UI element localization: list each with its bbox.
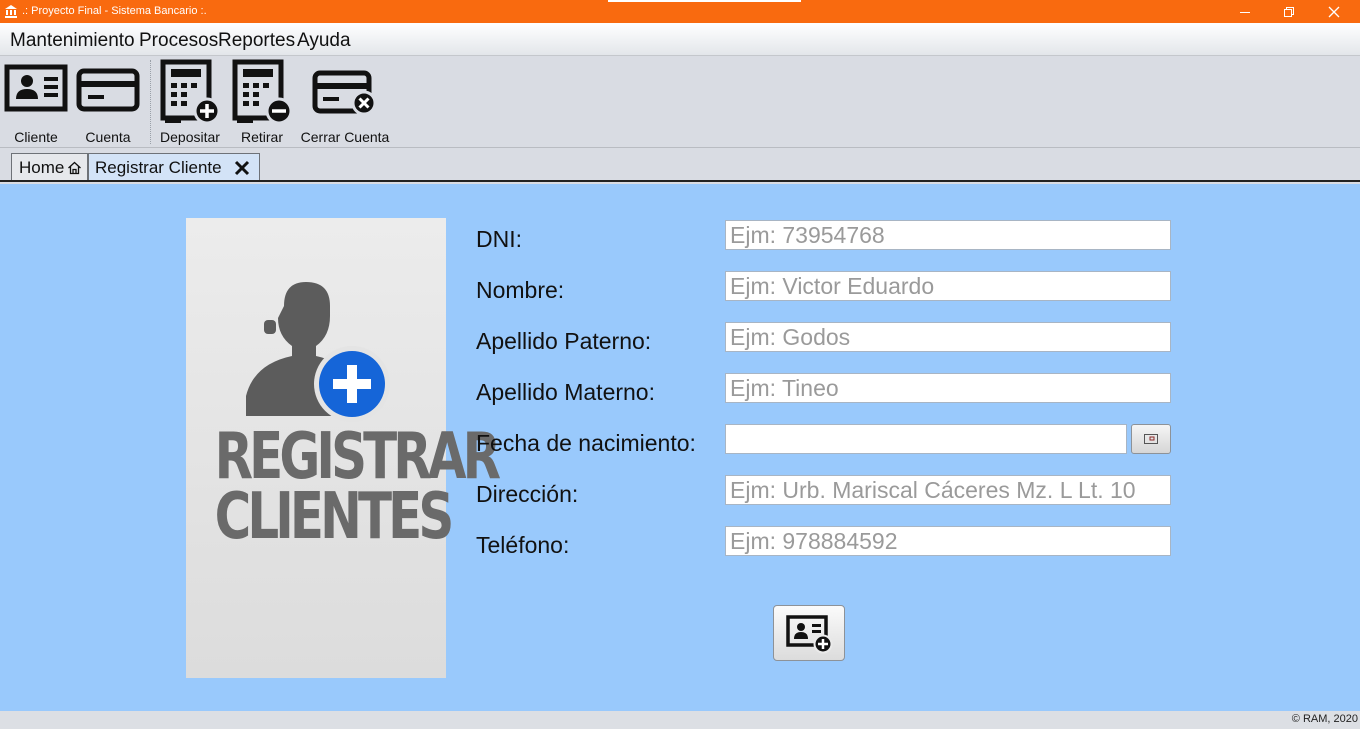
restore-button[interactable]	[1266, 0, 1312, 23]
depositar-button[interactable]: Depositar	[156, 56, 224, 148]
tab-registrar-cliente[interactable]: Registrar Cliente	[88, 153, 260, 182]
home-icon	[68, 161, 81, 175]
dni-input[interactable]	[725, 220, 1171, 250]
telefono-label: Teléfono:	[476, 532, 570, 558]
apellido-materno-input[interactable]	[725, 373, 1171, 403]
direccion-input[interactable]	[725, 475, 1171, 505]
cliente-button[interactable]: Cliente	[2, 56, 70, 148]
menu-ayuda[interactable]: Ayuda	[297, 30, 351, 52]
registrar-clientes-poster: REGISTRAR CLIENTES	[186, 218, 501, 678]
retirar-label: Retirar	[240, 129, 283, 145]
register-client-button[interactable]	[773, 605, 845, 661]
cerrar-cuenta-label: Cerrar Cuenta	[300, 129, 390, 145]
id-card-icon	[4, 64, 68, 112]
status-bar: © RAM, 2020	[0, 711, 1360, 729]
add-user-icon	[246, 282, 390, 422]
window-title: .: Proyecto Final - Sistema Bancario :.	[22, 5, 207, 17]
menu-procesos[interactable]: Procesos	[139, 30, 218, 52]
apellido-materno-label: Apellido Materno:	[476, 379, 655, 405]
cuenta-button[interactable]: Cuenta	[74, 56, 142, 148]
tab-home[interactable]: Home	[11, 153, 88, 182]
close-account-icon	[312, 70, 377, 116]
poster-title-line2: CLIENTES	[214, 480, 455, 554]
copyright-text: © RAM, 2020	[1291, 713, 1358, 725]
apellido-paterno-label: Apellido Paterno:	[476, 328, 652, 354]
minimize-icon	[1240, 11, 1250, 13]
minimize-button[interactable]	[1222, 0, 1268, 23]
tab-underline	[0, 180, 1360, 182]
add-client-card-icon	[786, 615, 833, 654]
retirar-button[interactable]: Retirar	[228, 56, 296, 148]
close-icon	[1328, 6, 1340, 17]
date-picker-button[interactable]	[1131, 424, 1171, 454]
tab-registrar-label: Registrar Cliente	[95, 158, 222, 177]
registrar-cliente-panel: REGISTRAR CLIENTES DNI: Nombre: Apellido…	[0, 184, 1360, 711]
calendar-icon	[1144, 434, 1158, 444]
toolbar: Cliente Cuenta Depositar Retirar Cerrar …	[0, 56, 1360, 148]
cuenta-label: Cuenta	[85, 129, 131, 145]
tab-home-label: Home	[19, 158, 65, 177]
fecha-nacimiento-label: Fecha de nacimiento:	[476, 430, 696, 456]
cerrar-cuenta-button[interactable]: Cerrar Cuenta	[300, 56, 390, 148]
close-window-button[interactable]	[1311, 0, 1357, 23]
menu-reportes[interactable]: Reportes	[218, 30, 295, 52]
toolbar-separator	[150, 60, 151, 144]
apellido-paterno-input[interactable]	[725, 322, 1171, 352]
withdraw-icon	[232, 59, 293, 125]
nombre-input[interactable]	[725, 271, 1171, 301]
menu-bar: Mantenimiento Procesos Reportes Ayuda	[0, 23, 1360, 56]
close-tab-icon[interactable]	[234, 160, 250, 176]
restore-icon	[1284, 6, 1294, 17]
title-bar: .: Proyecto Final - Sistema Bancario :.	[0, 0, 1360, 23]
telefono-input[interactable]	[725, 526, 1171, 556]
direccion-label: Dirección:	[476, 481, 579, 507]
depositar-label: Depositar	[160, 129, 220, 145]
fecha-nacimiento-input[interactable]	[725, 424, 1127, 454]
nombre-label: Nombre:	[476, 277, 565, 303]
cliente-label: Cliente	[14, 129, 58, 145]
menu-mantenimiento[interactable]: Mantenimiento	[10, 30, 135, 52]
credit-card-icon	[76, 68, 140, 112]
title-focus-strip	[608, 0, 801, 2]
deposit-icon	[160, 59, 221, 125]
bank-icon	[5, 5, 17, 18]
dni-label: DNI:	[476, 226, 522, 252]
